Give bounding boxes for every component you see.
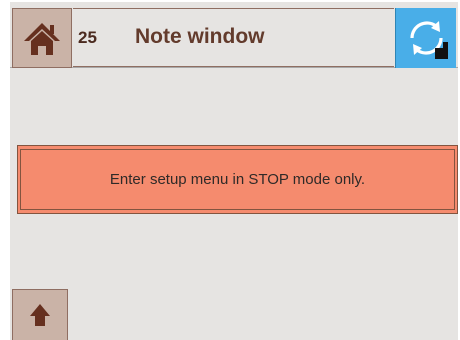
screen: 25 Note window Enter setup menu in STOP …: [10, 2, 458, 340]
note-message: Enter setup menu in STOP mode only.: [109, 171, 366, 188]
arrow-up-icon: [30, 304, 50, 326]
refresh-button[interactable]: [395, 8, 456, 68]
note-message-bar: Enter setup menu in STOP mode only.: [17, 145, 458, 214]
note-message-frame: Enter setup menu in STOP mode only.: [20, 149, 455, 210]
page-number: 25: [78, 28, 97, 47]
refresh-icon: [410, 21, 448, 59]
home-icon: [24, 23, 60, 55]
header: 25 Note window: [10, 2, 458, 68]
title-bar: 25 Note window: [73, 8, 394, 67]
window-title: Note window: [135, 25, 265, 48]
up-button[interactable]: [12, 289, 68, 340]
home-button[interactable]: [12, 8, 72, 68]
